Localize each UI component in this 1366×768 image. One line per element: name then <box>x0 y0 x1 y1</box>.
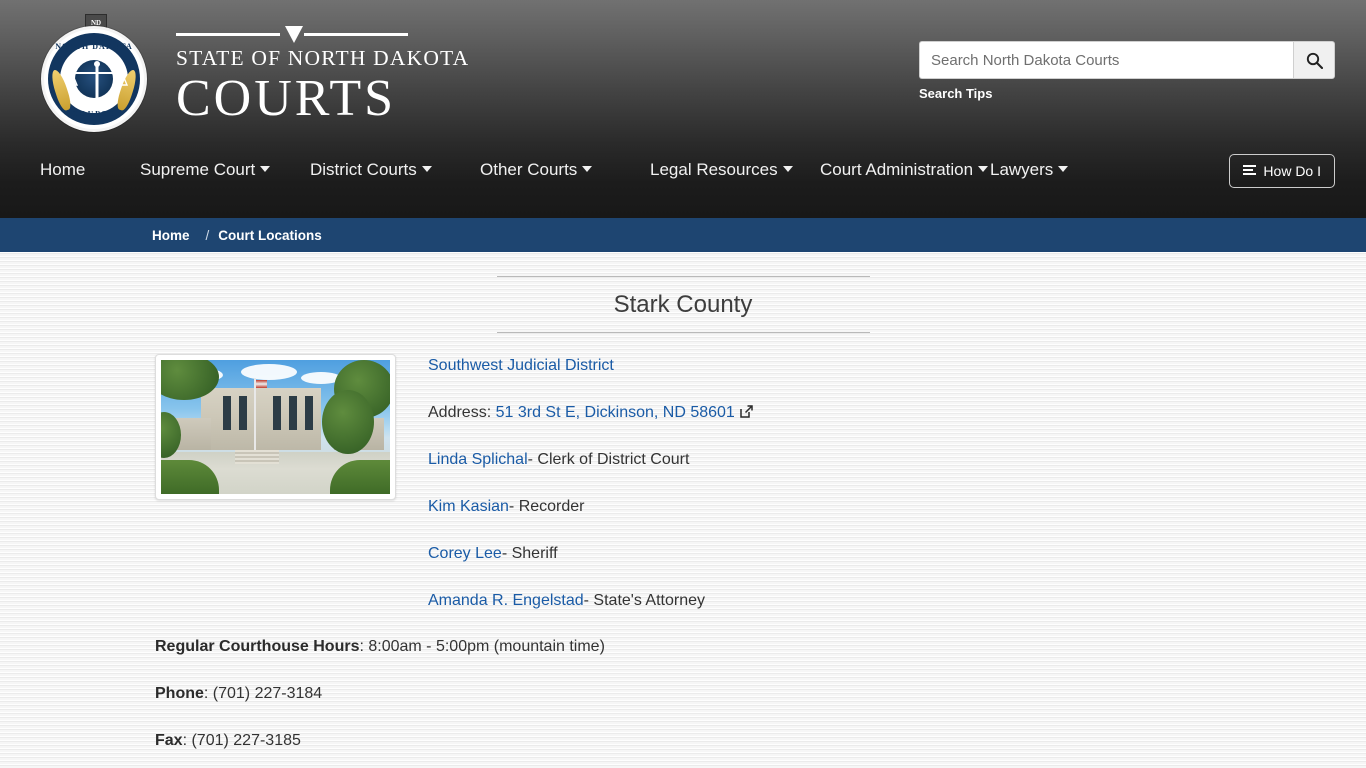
states-attorney-name-link[interactable]: Amanda R. Engelstad <box>428 592 584 609</box>
nav-label-legal-resources: Legal Resources <box>650 160 778 179</box>
hamburger-icon <box>1243 165 1257 177</box>
chevron-down-icon <box>421 166 432 172</box>
address-link[interactable]: 51 3rd St E, Dickinson, ND 58601 <box>496 404 735 421</box>
fax-label: Fax <box>155 732 183 749</box>
judicial-district-link[interactable]: Southwest Judicial District <box>428 357 614 374</box>
detail-fax: Fax: (701) 227-3185 <box>155 729 1366 753</box>
breadcrumb-item-home[interactable]: Home <box>152 228 190 243</box>
nav-item-lawyers[interactable]: Lawyers <box>990 143 1160 184</box>
clerk-role: - Clerk of District Court <box>527 451 690 468</box>
main-content: Stark County Southwest Judicial District… <box>0 252 1366 768</box>
sheriff-role: - Sheriff <box>501 545 558 562</box>
nav-item-supreme-court[interactable]: Supreme Court <box>140 143 310 184</box>
chevron-down-icon <box>260 166 271 172</box>
nav-cell-district-courts: District Courts <box>310 143 480 184</box>
info-line-recorder: Kim Kasian- Recorder <box>428 495 1366 519</box>
nav-cell-court-administration: Court Administration <box>820 143 990 184</box>
seal-bottom-text: COURTS <box>72 109 116 118</box>
chevron-down-icon <box>782 166 793 172</box>
nav-cell-home: Home <box>40 143 140 184</box>
site-header: ND NORTH DAKOTA COURTS STATE OF NORTH DA… <box>0 0 1366 218</box>
wordmark-rule-decoration <box>176 24 408 46</box>
page-root: ND NORTH DAKOTA COURTS STATE OF NORTH DA… <box>0 0 1366 768</box>
hours-value: : 8:00am - 5:00pm (mountain time) <box>359 638 605 655</box>
nav-label-district-courts: District Courts <box>310 160 417 179</box>
info-line-sheriff: Corey Lee- Sheriff <box>428 542 1366 566</box>
chevron-down-icon <box>1058 166 1069 172</box>
scales-of-justice-icon <box>66 61 128 105</box>
search-tips-link[interactable]: Search Tips <box>919 86 992 101</box>
nav-item-other-courts[interactable]: Other Courts <box>480 143 650 184</box>
how-do-i-label: How Do I <box>1263 163 1321 179</box>
main-navigation: Home Supreme Court District Courts Other… <box>0 143 1366 218</box>
breadcrumb-item-current: Court Locations <box>218 227 322 243</box>
site-logo[interactable]: ND NORTH DAKOTA COURTS <box>41 14 151 132</box>
address-label: Address: <box>428 404 496 421</box>
nd-courts-seal-icon: NORTH DAKOTA COURTS <box>41 26 147 132</box>
nav-label-supreme-court: Supreme Court <box>140 160 256 179</box>
wordmark-line-1: STATE OF NORTH DAKOTA <box>176 46 470 70</box>
nav-item-district-courts[interactable]: District Courts <box>310 143 480 184</box>
chevron-down-icon <box>582 166 593 172</box>
recorder-role: - Recorder <box>508 498 585 515</box>
county-info-section: Southwest Judicial District Address: 51 … <box>0 354 1366 613</box>
breadcrumb-separator: / <box>205 227 210 243</box>
sheriff-name-link[interactable]: Corey Lee <box>428 545 502 562</box>
how-do-i-button[interactable]: How Do I <box>1229 154 1335 188</box>
page-title-block: Stark County <box>496 276 870 333</box>
nav-label-court-administration: Court Administration <box>820 160 974 179</box>
seal-top-text: NORTH DAKOTA <box>55 42 133 51</box>
courthouse-details: Regular Courthouse Hours: 8:00am - 5:00p… <box>0 635 1366 768</box>
nav-item-home[interactable]: Home <box>40 143 140 184</box>
phone-value: : (701) 227-3184 <box>203 685 323 702</box>
info-line-judicial-district: Southwest Judicial District <box>428 354 1366 378</box>
search-icon <box>1306 52 1323 69</box>
info-line-address: Address: 51 3rd St E, Dickinson, ND 5860… <box>428 401 1366 425</box>
search-area: Search Tips <box>919 41 1335 103</box>
wordmark-line-2: COURTS <box>176 69 397 127</box>
breadcrumb: Home / Court Locations <box>0 218 1366 252</box>
search-submit-button[interactable] <box>1293 41 1335 79</box>
detail-phone: Phone: (701) 227-3184 <box>155 682 1366 706</box>
nav-cell-legal-resources: Legal Resources <box>650 143 820 184</box>
nav-label-lawyers: Lawyers <box>990 160 1054 179</box>
recorder-name-link[interactable]: Kim Kasian <box>428 498 509 515</box>
courthouse-photo <box>155 354 396 500</box>
hours-label: Regular Courthouse Hours <box>155 638 360 655</box>
states-attorney-role: - State's Attorney <box>583 592 705 609</box>
nav-item-legal-resources[interactable]: Legal Resources <box>650 143 820 184</box>
fax-value: : (701) 227-3185 <box>182 732 301 749</box>
search-input[interactable] <box>919 41 1293 79</box>
gavel-icon <box>285 26 303 43</box>
clerk-name-link[interactable]: Linda Splichal <box>428 451 528 468</box>
detail-hours: Regular Courthouse Hours: 8:00am - 5:00p… <box>155 635 1366 659</box>
info-line-clerk: Linda Splichal- Clerk of District Court <box>428 448 1366 472</box>
nav-item-court-administration[interactable]: Court Administration <box>820 143 990 184</box>
nav-label-other-courts: Other Courts <box>480 160 578 179</box>
phone-label: Phone <box>155 685 204 702</box>
chevron-down-icon <box>978 166 989 172</box>
site-wordmark: STATE OF NORTH DAKOTA COURTS <box>176 24 469 125</box>
info-line-states-attorney: Amanda R. Engelstad- State's Attorney <box>428 589 1366 613</box>
nav-cell-supreme-court: Supreme Court <box>140 143 310 184</box>
external-link-icon <box>740 402 753 418</box>
nav-cell-other-courts: Other Courts <box>480 143 650 184</box>
nav-cell-lawyers: Lawyers <box>990 143 1160 184</box>
page-title: Stark County <box>613 291 753 318</box>
